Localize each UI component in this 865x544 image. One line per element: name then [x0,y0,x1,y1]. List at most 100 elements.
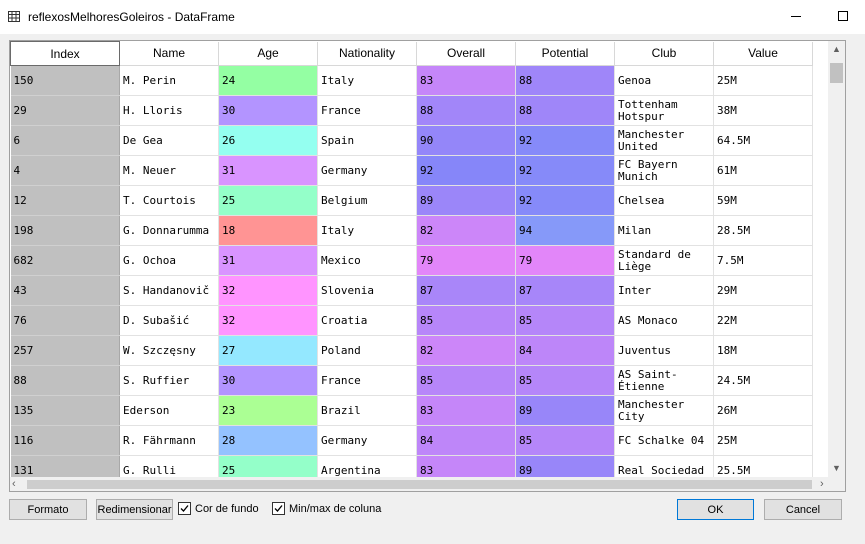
cell-nationality[interactable]: Italy [317,65,417,96]
cell-overall[interactable]: 82 [416,335,516,366]
cell-age[interactable]: 27 [218,335,318,366]
cell-index[interactable]: 198 [10,215,120,246]
cell-club[interactable]: Chelsea [614,185,714,216]
cell-overall[interactable]: 88 [416,95,516,126]
cell-overall[interactable]: 84 [416,425,516,456]
cell-nationality[interactable]: Italy [317,215,417,246]
cell-value[interactable]: 22M [713,305,813,336]
column-header-nationality[interactable]: Nationality [317,41,417,66]
cell-nationality[interactable]: Croatia [317,305,417,336]
cell-nationality[interactable]: Spain [317,125,417,156]
cell-potential[interactable]: 87 [515,275,615,306]
column-header-overall[interactable]: Overall [416,41,516,66]
column-header-index[interactable]: Index [10,41,120,66]
cell-value[interactable]: 61M [713,155,813,186]
cell-nationality[interactable]: Slovenia [317,275,417,306]
cell-age[interactable]: 18 [218,215,318,246]
cell-nationality[interactable]: Poland [317,335,417,366]
cell-club[interactable]: Standard de Liège [614,245,714,276]
cell-overall[interactable]: 87 [416,275,516,306]
cell-name[interactable]: S. Handanovič [119,275,219,306]
cell-name[interactable]: D. Subašić [119,305,219,336]
cell-name[interactable]: S. Ruffier [119,365,219,396]
cell-value[interactable]: 25M [713,65,813,96]
chevron-right-icon[interactable]: › [820,477,824,491]
cell-club[interactable]: Juventus [614,335,714,366]
cell-age[interactable]: 25 [218,185,318,216]
cell-index[interactable]: 150 [10,65,120,96]
cell-overall[interactable]: 83 [416,395,516,426]
cell-value[interactable]: 28.5M [713,215,813,246]
ok-button[interactable]: OK [677,499,754,520]
cell-nationality[interactable]: France [317,365,417,396]
cell-name[interactable]: G. Ochoa [119,245,219,276]
cell-club[interactable]: AS Saint-Étienne [614,365,714,396]
cell-potential[interactable]: 84 [515,335,615,366]
cell-index[interactable]: 116 [10,425,120,456]
cell-index[interactable]: 76 [10,305,120,336]
cell-index[interactable]: 88 [10,365,120,396]
cell-nationality[interactable]: Germany [317,425,417,456]
cell-age[interactable]: 32 [218,275,318,306]
cell-club[interactable]: FC Bayern Munich [614,155,714,186]
chevron-left-icon[interactable]: ‹ [12,477,16,491]
cancel-button[interactable]: Cancel [764,499,842,520]
cell-index[interactable]: 6 [10,125,120,156]
vertical-scroll-thumb[interactable] [830,63,843,83]
cell-value[interactable]: 18M [713,335,813,366]
cell-value[interactable]: 59M [713,185,813,216]
cell-potential[interactable]: 88 [515,95,615,126]
cell-overall[interactable]: 89 [416,185,516,216]
cell-age[interactable]: 30 [218,365,318,396]
cell-age[interactable]: 30 [218,95,318,126]
cell-age[interactable]: 31 [218,155,318,186]
cell-club[interactable]: Manchester City [614,395,714,426]
cell-potential[interactable]: 85 [515,305,615,336]
cell-overall[interactable]: 79 [416,245,516,276]
cell-age[interactable]: 31 [218,245,318,276]
cell-nationality[interactable]: Brazil [317,395,417,426]
cell-value[interactable]: 29M [713,275,813,306]
cell-name[interactable]: G. Donnarumma [119,215,219,246]
horizontal-scroll-thumb[interactable] [27,480,812,489]
cell-name[interactable]: M. Neuer [119,155,219,186]
cell-name[interactable]: De Gea [119,125,219,156]
bgcolor-checkbox[interactable]: Cor de fundo [178,502,259,515]
cell-age[interactable]: 23 [218,395,318,426]
cell-potential[interactable]: 94 [515,215,615,246]
cell-potential[interactable]: 79 [515,245,615,276]
minmax-checkbox[interactable]: Min/max de coluna [272,502,381,515]
cell-index[interactable]: 682 [10,245,120,276]
cell-overall[interactable]: 90 [416,125,516,156]
cell-index[interactable]: 29 [10,95,120,126]
cell-value[interactable]: 24.5M [713,365,813,396]
cell-overall[interactable]: 92 [416,155,516,186]
column-header-club[interactable]: Club [614,41,714,66]
cell-age[interactable]: 24 [218,65,318,96]
cell-name[interactable]: H. Lloris [119,95,219,126]
cell-potential[interactable]: 92 [515,185,615,216]
cell-nationality[interactable]: Germany [317,155,417,186]
cell-nationality[interactable]: Mexico [317,245,417,276]
cell-name[interactable]: M. Perin [119,65,219,96]
column-header-age[interactable]: Age [218,41,318,66]
maximize-button[interactable] [820,0,865,32]
cell-overall[interactable]: 83 [416,65,516,96]
cell-name[interactable]: W. Szczęsny [119,335,219,366]
cell-index[interactable]: 4 [10,155,120,186]
vertical-scrollbar[interactable]: ▲ ▼ [828,41,845,477]
cell-index[interactable]: 257 [10,335,120,366]
cell-value[interactable]: 7.5M [713,245,813,276]
column-header-name[interactable]: Name [119,41,219,66]
cell-overall[interactable]: 85 [416,305,516,336]
cell-nationality[interactable]: France [317,95,417,126]
horizontal-scrollbar[interactable]: ‹ › [10,477,845,491]
resize-button[interactable]: Redimensionar [96,499,173,520]
minimize-button[interactable] [773,0,819,32]
cell-index[interactable]: 135 [10,395,120,426]
chevron-up-icon[interactable]: ▲ [828,41,845,58]
chevron-down-icon[interactable]: ▼ [828,460,845,477]
cell-club[interactable]: Inter [614,275,714,306]
cell-club[interactable]: AS Monaco [614,305,714,336]
column-header-potential[interactable]: Potential [515,41,615,66]
